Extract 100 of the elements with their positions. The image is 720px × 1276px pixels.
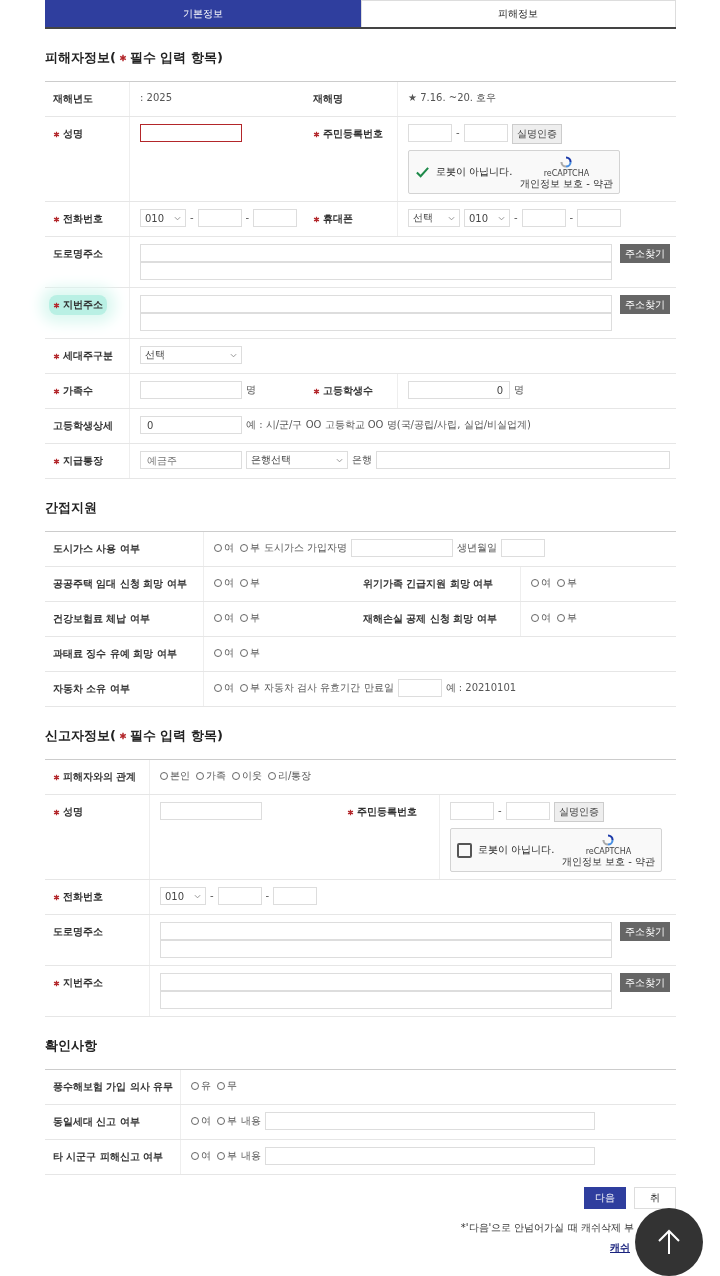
radio-option[interactable]: 여 (214, 539, 234, 557)
field-label: 고등학생수 (323, 384, 373, 398)
tab[interactable]: 기본정보 (45, 0, 361, 27)
input-field[interactable] (140, 124, 242, 142)
radio-option[interactable]: 가족 (196, 767, 226, 785)
field-label: 위기가족 긴급지원 희망 여부 (363, 577, 494, 591)
captcha-logo-icon (601, 833, 616, 847)
next-button[interactable]: 다음 (584, 1187, 626, 1209)
radio-option[interactable]: 여 (531, 574, 551, 592)
cancel-button[interactable]: 취 (634, 1187, 676, 1209)
radio-option[interactable]: 여 (214, 609, 234, 627)
radio-option[interactable]: 여 (214, 574, 234, 592)
form-text: 예 : 시/군/구 OO 고등학교 OO 명(국/공립/사립, 실업/비실업계) (246, 418, 531, 432)
radio-option[interactable]: 여 (191, 1147, 211, 1165)
captcha-label: 로봇이 아닙니다. (436, 165, 514, 179)
captcha-brand: reCAPTCHA (585, 847, 632, 856)
form-text: 내용 (241, 1114, 261, 1128)
form-text: - (456, 126, 460, 140)
select-dropdown[interactable]: 010 (464, 209, 510, 227)
radio-option[interactable]: 부 (240, 644, 260, 662)
field-label: 세대주구분 (63, 349, 113, 363)
captcha-terms-link[interactable]: 개인정보 보호 - 약관 (519, 178, 613, 189)
chevron-down-icon (498, 215, 505, 221)
select-dropdown[interactable]: 선택 (140, 346, 242, 364)
section-title: 필수 입력 항목) (129, 727, 223, 745)
select-dropdown[interactable]: 은행선택 (246, 451, 348, 469)
field-label: 풍수해보험 가입 의사 유무 (53, 1080, 174, 1094)
field-label: 지번주소 (63, 298, 103, 312)
captcha-label: 로봇이 아닙니다. (478, 843, 556, 857)
captcha-logo-icon (559, 155, 574, 169)
chevron-down-icon (336, 457, 343, 463)
section-title: 필수 입력 항목) (129, 49, 223, 67)
radio-option[interactable]: 부 (240, 539, 260, 557)
form-text: 명 (246, 383, 256, 397)
form-text: - (190, 211, 194, 225)
radio-option[interactable]: 부 (557, 574, 577, 592)
form-text: - (265, 889, 270, 903)
form-text: 자동차 검사 유효기간 만료일 (264, 681, 394, 695)
address-search-button[interactable]: 주소찾기 (620, 922, 670, 941)
radio-option[interactable]: 여 (191, 1112, 211, 1130)
form-text: - (569, 211, 574, 225)
radio-option[interactable]: 부 (240, 609, 260, 627)
address-search-button[interactable]: 주소찾기 (620, 295, 670, 314)
radio-option[interactable]: 부 (557, 609, 577, 627)
field-label: 재해년도 (53, 92, 93, 106)
radio-option[interactable]: 이웃 (232, 767, 262, 785)
chevron-down-icon (194, 893, 201, 899)
chevron-down-icon (230, 352, 237, 358)
radio-option[interactable]: 여 (214, 644, 234, 662)
field-label: 성명 (63, 805, 83, 819)
field-label: 타 시군구 피해신고 여부 (53, 1150, 164, 1164)
field-label: 휴대폰 (323, 212, 353, 226)
section-title: 신고자정보( (45, 727, 116, 745)
form-text: 예 : 20210101 (445, 681, 517, 695)
captcha-brand: reCAPTCHA (543, 169, 590, 178)
address-search-button[interactable]: 주소찾기 (620, 973, 670, 992)
tab[interactable]: 피해정보 (360, 0, 676, 27)
field-label: 도로명주소 (53, 247, 103, 261)
address-search-button[interactable]: 주소찾기 (620, 244, 670, 263)
radio-option[interactable]: 부 (217, 1147, 237, 1165)
section-title: 피해자정보( (45, 49, 116, 67)
field-label: 성명 (63, 127, 83, 141)
field-label: 피해자와의 관계 (63, 770, 137, 784)
field-label: 공공주택 임대 신청 희망 여부 (53, 577, 187, 591)
form-text: : 2025 (140, 91, 172, 105)
checkmark-icon[interactable] (415, 164, 430, 180)
form-text: 생년월일 (457, 541, 498, 555)
field-label: 과태료 징수 유예 희망 여부 (53, 647, 177, 661)
verify-button[interactable]: 실명인증 (553, 802, 604, 822)
form-text: - (498, 804, 502, 818)
verify-button[interactable]: 실명인증 (511, 124, 562, 144)
captcha-terms-link[interactable]: 개인정보 보호 - 약관 (561, 856, 655, 867)
field-label: 전화번호 (63, 212, 103, 226)
radio-option[interactable]: 무 (217, 1077, 237, 1095)
radio-option[interactable]: 여 (214, 679, 234, 697)
field-label: 도시가스 사용 여부 (53, 542, 140, 556)
radio-option[interactable]: 여 (531, 609, 551, 627)
select-dropdown[interactable]: 010 (160, 887, 206, 905)
select-dropdown[interactable]: 선택 (408, 209, 460, 227)
field-label: 지급통장 (63, 454, 103, 468)
select-dropdown[interactable]: 010 (140, 209, 186, 227)
radio-option[interactable]: 본인 (160, 767, 190, 785)
field-label: 전화번호 (63, 890, 103, 904)
input-field[interactable]: 0 (140, 416, 242, 434)
section-title: 확인사항 (45, 1037, 97, 1055)
field-label: 도로명주소 (53, 925, 103, 939)
radio-option[interactable]: 부 (240, 574, 260, 592)
radio-option[interactable]: 부 (240, 679, 260, 697)
radio-option[interactable]: 리/통장 (268, 767, 312, 785)
form-text: 내용 (241, 1149, 261, 1163)
form-text: - (245, 211, 250, 225)
chevron-down-icon (174, 215, 181, 221)
input-field[interactable]: 0 (408, 381, 510, 399)
checkbox[interactable] (457, 842, 472, 858)
radio-option[interactable]: 유 (191, 1077, 211, 1095)
form-text: 도시가스 가입자명 (264, 541, 348, 555)
radio-option[interactable]: 부 (217, 1112, 237, 1130)
cache-note: *'다음'으로 안넘어가실 때 캐쉬삭제 부 (459, 1221, 635, 1235)
cache-link[interactable]: 캐쉬 (610, 1242, 630, 1253)
section-title: 간접지원 (45, 499, 97, 517)
